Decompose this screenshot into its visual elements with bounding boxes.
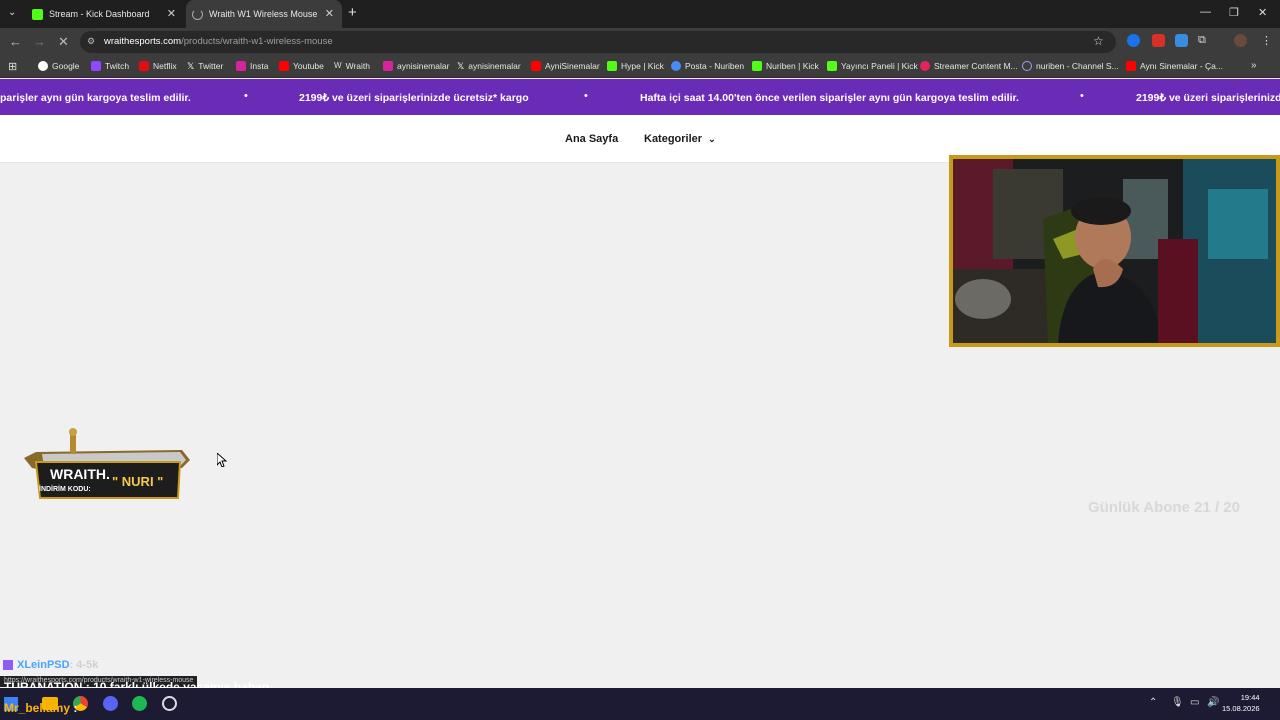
bookmark-youtube[interactable]: Youtube — [279, 61, 324, 71]
netflix-icon — [139, 61, 149, 71]
microphone-icon[interactable]: 🎙 — [1171, 697, 1184, 708]
chat-message: XLeinPSD : 4-5k — [3, 659, 98, 671]
chat-message: Mr_bellamy : — [4, 701, 77, 715]
close-tab-icon[interactable]: ✕ — [167, 7, 176, 20]
announcement-text: 2199₺ ve üzeri siparişlerinizde — [1136, 92, 1280, 104]
bookmark-netflix[interactable]: Netflix — [139, 61, 177, 71]
tab-wraith-mouse[interactable]: Wraith W1 Wireless Mouse ✕ — [186, 0, 342, 28]
youtube-icon — [531, 61, 541, 71]
instagram-icon — [383, 61, 393, 71]
webcam-image — [953, 159, 1276, 343]
volume-icon[interactable]: 🔊 — [1207, 697, 1219, 708]
bookmark-wraith[interactable]: W Wraith — [334, 61, 370, 71]
obs-icon[interactable] — [162, 696, 177, 711]
back-arrow-icon[interactable]: ← — [9, 34, 22, 49]
extension-icon[interactable] — [1152, 34, 1165, 47]
tab-title: Stream - Kick Dashboard — [49, 9, 150, 19]
chat-text: : — [73, 701, 78, 715]
forward-arrow-icon[interactable]: → — [33, 34, 46, 49]
bookmark-insta[interactable]: Insta — [236, 61, 268, 71]
bookmark-posta[interactable]: Posta - Nuriben — [671, 61, 744, 71]
badge-brand: WRAITH. — [50, 466, 110, 482]
loading-icon — [192, 8, 203, 20]
tab-kick-dashboard[interactable]: Stream - Kick Dashboard ✕ — [26, 0, 184, 28]
bookmark-hype-kick[interactable]: Hype | Kick — [607, 61, 664, 71]
bookmark-ayni-sinemalar[interactable]: Aynı Sinemalar - Ça... — [1126, 61, 1223, 71]
menu-dots-icon[interactable]: ⋮ — [1261, 34, 1272, 47]
separator-dot: • — [244, 90, 248, 102]
youtube-icon — [279, 61, 289, 71]
separator-dot: • — [584, 90, 588, 102]
more-bookmarks-icon[interactable]: » — [1251, 60, 1257, 71]
badge-code: " NURI " — [112, 474, 164, 489]
subscriber-goal-counter: Günlük Abone 21 / 20 — [1088, 499, 1240, 516]
chat-username: Mr_bellamy — [4, 701, 71, 715]
minimize-icon[interactable]: — — [1200, 6, 1211, 18]
bookmark-yayinci-paneli[interactable]: Yayıncı Paneli | Kick — [827, 61, 918, 71]
new-tab-icon[interactable]: + — [348, 4, 357, 21]
tab-search-icon[interactable]: ⌄ — [8, 7, 16, 18]
bookmark-star-icon[interactable]: ☆ — [1093, 34, 1104, 48]
kick-icon — [607, 61, 617, 71]
bookmark-google[interactable]: Google — [38, 61, 79, 71]
announcement-text: parişler aynı gün kargoya teslim edilir. — [0, 92, 191, 104]
close-tab-icon[interactable]: ✕ — [325, 7, 334, 20]
announcement-bar: parişler aynı gün kargoya teslim edilir.… — [0, 79, 1280, 115]
kick-icon — [827, 61, 837, 71]
apps-grid-icon[interactable]: ⊞ — [8, 60, 17, 73]
bookmark-aynisinemalar-yt[interactable]: AyniSinemalar — [531, 61, 600, 71]
discount-code-badge: WRAITH. İNDİRİM KODU: " NURI " — [22, 428, 192, 504]
clock-date: 15.08.2026 — [1222, 704, 1260, 713]
x-icon: 𝕏 — [457, 61, 465, 71]
url-text[interactable]: wraithesports.com/products/wraith-w1-wir… — [104, 36, 333, 47]
site-info-icon[interactable]: ⚙ — [87, 36, 95, 47]
youtube-icon — [1126, 61, 1136, 71]
discord-icon[interactable] — [103, 696, 118, 711]
webcam-feed — [949, 155, 1280, 347]
profile-avatar-icon[interactable] — [1234, 34, 1247, 47]
bookmark-streamer-content[interactable]: Streamer Content M... — [920, 61, 1018, 71]
channel-icon — [1022, 61, 1032, 71]
bookmark-twitch[interactable]: Twitch — [91, 61, 129, 71]
extension-icon[interactable] — [1127, 34, 1140, 47]
kick-icon — [752, 61, 762, 71]
tray-chevron-up-icon[interactable]: ⌃ — [1149, 697, 1157, 708]
chat-badge-icon — [3, 660, 13, 670]
nav-categories-dropdown[interactable]: Kategoriler ⌄ — [644, 133, 716, 145]
kick-icon — [32, 8, 43, 20]
announcement-text: 2199₺ ve üzeri siparişlerinizde ücretsiz… — [299, 92, 529, 104]
x-icon: 𝕏 — [187, 61, 195, 71]
nav-home-link[interactable]: Ana Sayfa — [565, 133, 618, 145]
cursor-icon — [217, 453, 227, 467]
announcement-text: Hafta içi saat 14.00'ten önce verilen si… — [640, 92, 1019, 104]
bookmark-nuriben-kick[interactable]: Nuriben | Kick — [752, 61, 819, 71]
wraith-icon: W — [334, 61, 342, 70]
chevron-down-icon: ⌄ — [708, 133, 716, 144]
taskbar-clock[interactable]: 19:44 15.08.2026 — [1222, 692, 1260, 714]
clock-time: 19:44 — [1240, 693, 1260, 702]
spotify-icon[interactable] — [132, 696, 147, 711]
bookmark-aynisinemalar-x[interactable]: 𝕏aynisinemalar — [457, 61, 521, 71]
streamer-icon — [920, 61, 930, 71]
chat-text: : 4-5k — [69, 659, 99, 671]
network-icon[interactable]: ▭ — [1190, 697, 1199, 708]
chat-username: XLeinPSD — [17, 659, 70, 671]
mail-icon — [671, 61, 681, 71]
tab-title: Wraith W1 Wireless Mouse — [209, 9, 318, 19]
separator-dot: • — [1080, 90, 1084, 102]
restore-icon[interactable]: ❐ — [1229, 6, 1239, 19]
extensions-puzzle-icon[interactable]: ⧉ — [1198, 34, 1206, 47]
badge-label: İNDİRİM KODU: — [39, 486, 91, 493]
bookmark-nuriben-channel[interactable]: nuriben - Channel S... — [1022, 61, 1119, 71]
stop-loading-icon[interactable]: ✕ — [58, 34, 69, 50]
windows-taskbar — [0, 688, 1280, 720]
bookmark-twitter[interactable]: 𝕏 Twitter — [187, 61, 223, 71]
google-icon — [38, 61, 48, 71]
extension-icon[interactable] — [1175, 34, 1188, 47]
bookmark-aynisinemalar-insta[interactable]: aynisinemalar — [383, 61, 449, 71]
twitch-icon — [91, 61, 101, 71]
instagram-icon — [236, 61, 246, 71]
close-window-icon[interactable]: ✕ — [1258, 6, 1267, 19]
